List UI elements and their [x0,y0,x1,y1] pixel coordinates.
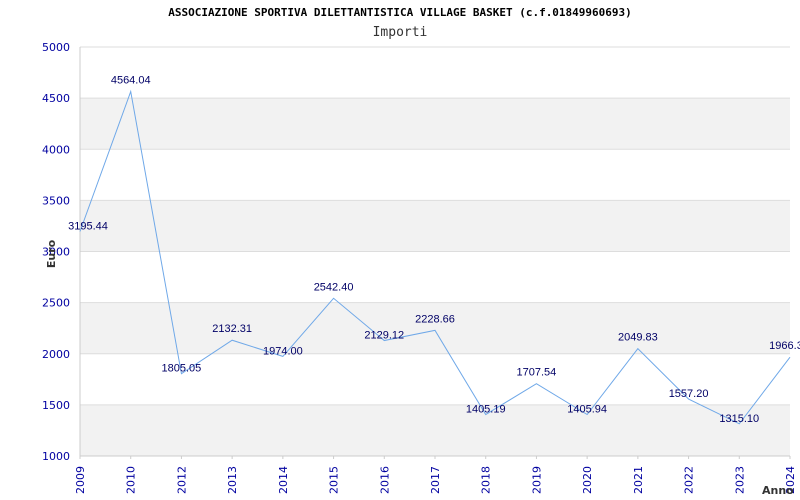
data-label: 1966.3 [769,340,800,352]
data-label: 1557.20 [669,388,709,400]
data-label: 2132.31 [212,323,252,335]
x-tick-labels: 2009 2010 2012 2013 2014 2015 2016 2017 2018 2019… [74,456,797,494]
y-tick-label: 4000 [42,143,70,156]
x-tick-label: 2018 [480,466,493,494]
x-tick-label: 2022 [683,466,696,494]
data-label: 1315.10 [719,413,759,425]
x-tick-label: 2017 [429,466,442,494]
x-tick-label: 2020 [581,466,594,494]
data-label: 1974.00 [263,345,303,357]
data-label: 2049.83 [618,332,658,344]
data-label: 1707.54 [517,367,557,379]
data-label: 1805.05 [162,363,202,375]
y-tick-label: 1500 [42,399,70,412]
x-tick-label: 2013 [226,466,239,494]
x-tick-label: 2012 [175,466,188,494]
background-band [80,98,790,150]
x-axis-label: Anno [762,484,794,497]
x-tick-label: 2014 [277,466,290,494]
y-tick-label: 3500 [42,194,70,207]
data-label: 1405.94 [567,403,607,415]
y-tick-label: 4500 [42,92,70,105]
y-tick-label: 1000 [42,450,70,463]
data-label: 2228.66 [415,313,455,325]
background-band [80,302,790,354]
background-band [80,47,790,99]
data-label: 2129.12 [364,330,404,342]
x-tick-label: 2019 [530,466,543,494]
y-tick-label: 2500 [42,297,70,310]
x-tick-label: 2015 [328,466,341,494]
data-label: 4564.04 [111,75,151,87]
x-tick-label: 2023 [733,466,746,494]
background-band [80,404,790,456]
data-label: 2542.40 [314,281,354,293]
background-band [80,149,790,201]
y-tick-label: 5000 [42,41,70,54]
background-band [80,251,790,303]
y-axis-label: Euro [45,239,58,268]
data-label: 1405.19 [466,404,506,416]
line-chart: 100015002000250030003500400045005000 200… [42,41,800,497]
data-label: 3195.44 [68,221,108,233]
x-tick-label: 2021 [632,466,645,494]
y-tick-label: 2000 [42,348,70,361]
background-band [80,200,790,252]
x-tick-label: 2016 [378,466,391,494]
x-tick-label: 2009 [74,466,87,494]
x-tick-label: 2010 [125,466,138,494]
